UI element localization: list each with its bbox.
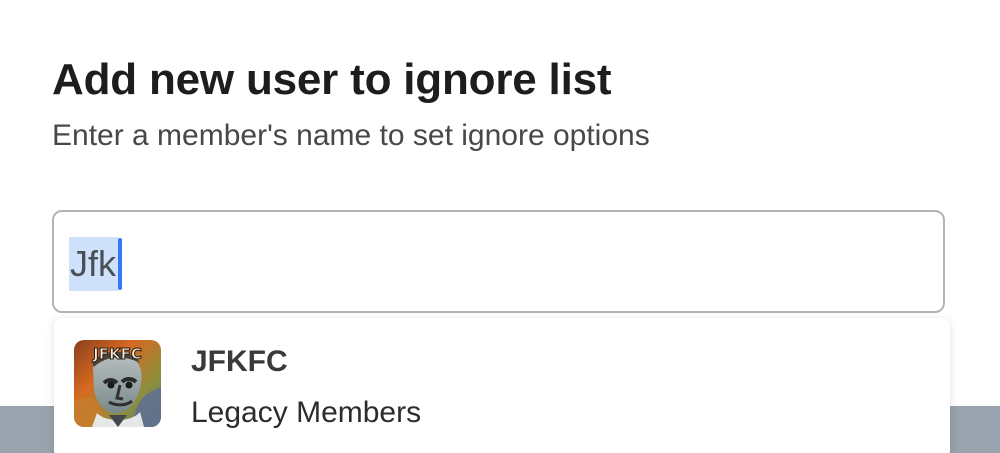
selected-input-text[interactable]: Jfk (69, 237, 119, 291)
dialog-subtitle: Enter a member's name to set ignore opti… (52, 119, 650, 152)
dialog-title: Add new user to ignore list (52, 55, 612, 104)
member-suggestion-item[interactable]: JFKFC JFKFC Legacy Members (54, 318, 950, 453)
avatar-logo-text: JFKFC (92, 345, 142, 363)
suggestion-member-name: JFKFC (191, 345, 288, 378)
suggestion-member-group: Legacy Members (191, 396, 422, 429)
member-name-input[interactable]: Jfk (52, 210, 945, 313)
portrait-avatar-icon: JFKFC (74, 340, 161, 427)
page: Add new user to ignore list Enter a memb… (0, 0, 1000, 453)
text-caret (118, 238, 123, 290)
member-suggestions-dropdown: JFKFC JFKFC Legacy Members (54, 318, 950, 453)
input-value-wrapper: Jfk (69, 236, 123, 292)
